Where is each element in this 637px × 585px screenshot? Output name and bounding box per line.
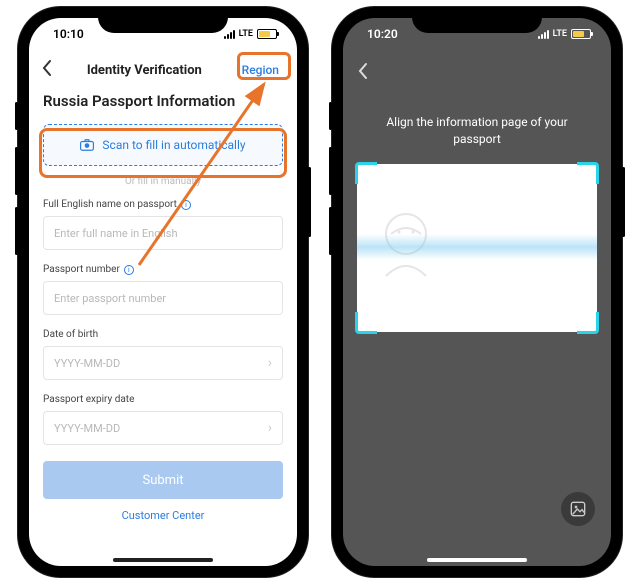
status-bar: 10:20 LTE	[343, 18, 611, 50]
info-icon[interactable]: i	[181, 200, 191, 210]
home-indicator	[113, 558, 213, 562]
signal-icon	[224, 30, 235, 39]
or-divider: Or fill in manually	[43, 176, 283, 187]
phone-frame-left: 10:10 LTE Identity Verification Region R…	[18, 7, 308, 577]
back-icon[interactable]	[357, 62, 369, 85]
expiry-placeholder: YYYY-MM-DD	[54, 422, 120, 435]
nav-title: Identity Verification	[53, 63, 236, 78]
scan-frame	[357, 164, 597, 332]
name-label: Full English name on passport i	[43, 199, 283, 210]
dob-input[interactable]: YYYY-MM-DD ›	[43, 346, 283, 380]
passport-number-label: Passport number i	[43, 264, 283, 275]
screen-identity-verification: 10:10 LTE Identity Verification Region R…	[29, 18, 297, 566]
status-time: 10:10	[45, 27, 84, 41]
dob-label: Date of birth	[43, 329, 283, 340]
expiry-input[interactable]: YYYY-MM-DD ›	[43, 411, 283, 445]
page-title: Russia Passport Information	[43, 92, 283, 110]
dob-placeholder: YYYY-MM-DD	[54, 357, 120, 370]
battery-icon	[257, 29, 277, 39]
gallery-button[interactable]	[561, 492, 595, 526]
signal-icon	[538, 30, 549, 39]
expiry-label: Passport expiry date	[43, 394, 283, 405]
name-input[interactable]	[43, 216, 283, 250]
chevron-right-icon: ›	[268, 420, 272, 436]
battery-icon	[571, 29, 591, 39]
scan-button-label: Scan to fill in automatically	[102, 138, 245, 152]
scan-line	[357, 234, 597, 260]
info-icon[interactable]: i	[124, 265, 134, 275]
home-indicator	[427, 558, 527, 562]
status-bar: 10:10 LTE	[29, 18, 297, 50]
passport-number-input[interactable]	[43, 281, 283, 315]
screen-scan-passport: 10:20 LTE Align the information page of …	[343, 18, 611, 566]
phone-frame-right: 10:20 LTE Align the information page of …	[332, 7, 622, 577]
status-time: 10:20	[359, 27, 398, 41]
customer-center-link[interactable]: Customer Center	[43, 509, 283, 522]
image-icon	[570, 501, 586, 517]
back-icon[interactable]	[41, 58, 53, 82]
submit-button[interactable]: Submit	[43, 461, 283, 499]
network-label: LTE	[239, 29, 253, 39]
scan-button[interactable]: Scan to fill in automatically	[43, 124, 283, 166]
scan-instruction: Align the information page of your passp…	[343, 114, 611, 148]
network-label: LTE	[553, 29, 567, 39]
chevron-right-icon: ›	[268, 355, 272, 371]
region-button[interactable]: Region	[236, 60, 285, 80]
nav-bar: Identity Verification Region	[29, 52, 297, 88]
camera-icon	[80, 139, 94, 151]
